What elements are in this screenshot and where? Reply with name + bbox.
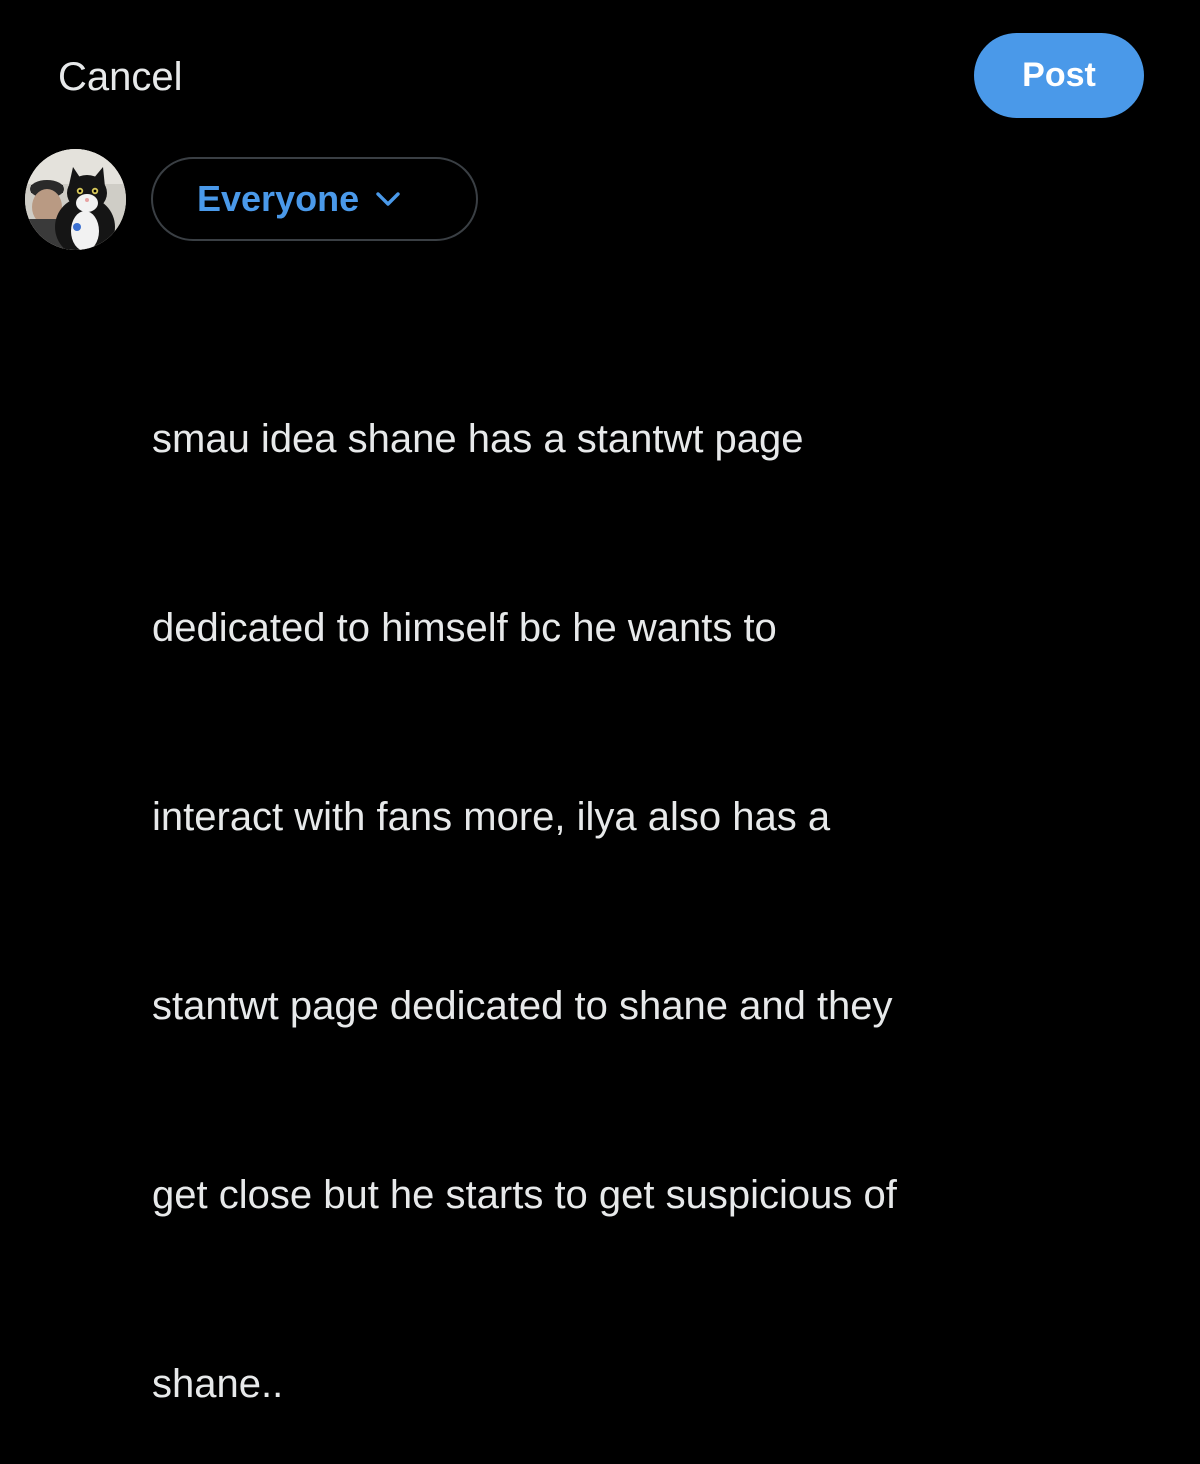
- post-button[interactable]: Post: [974, 33, 1144, 118]
- compose-text-line: interact with fans more, ilya also has a: [152, 795, 831, 839]
- cancel-button[interactable]: Cancel: [58, 52, 183, 102]
- avatar[interactable]: [25, 149, 126, 250]
- compose-text-line: shane..: [152, 1362, 284, 1406]
- audience-selector[interactable]: Everyone: [151, 157, 478, 241]
- avatar-photo-icon: [25, 149, 126, 250]
- compose-text-line: dedicated to himself bc he wants to: [152, 606, 777, 650]
- compose-text-line: get close but he starts to get suspiciou…: [152, 1173, 897, 1217]
- audience-label: Everyone: [197, 178, 360, 219]
- compose-text-line: smau idea shane has a stantwt page: [152, 417, 804, 461]
- chevron-down-icon: [375, 190, 401, 208]
- compose-textarea[interactable]: smau idea shane has a stantwt page dedic…: [152, 282, 1172, 1464]
- compose-text-line: stantwt page dedicated to shane and they: [152, 984, 893, 1028]
- post-button-label: Post: [1022, 56, 1096, 94]
